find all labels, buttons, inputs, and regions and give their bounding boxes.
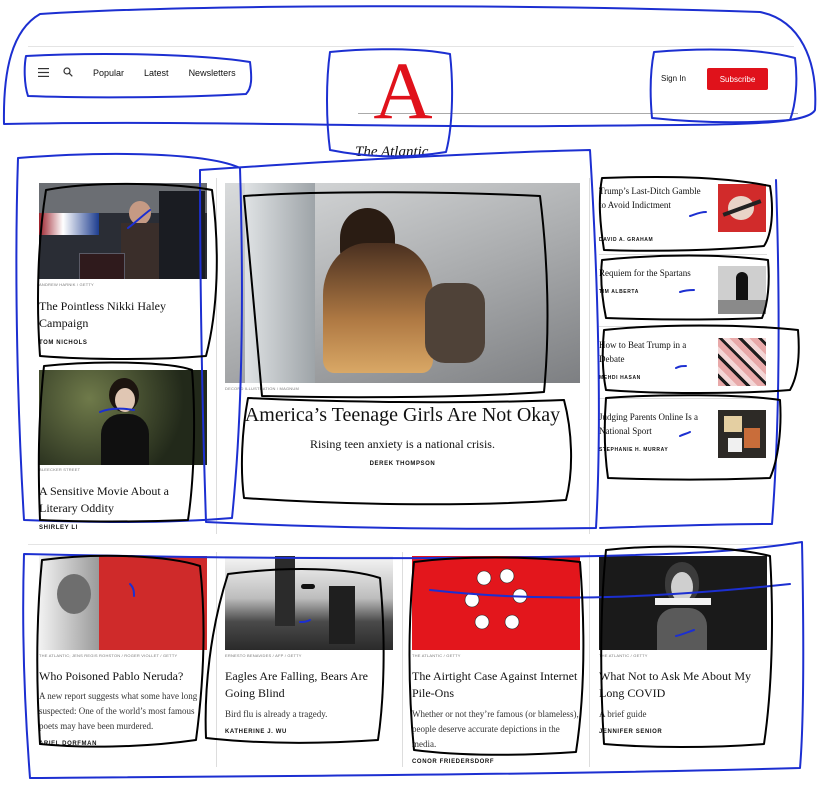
author-byline[interactable]: SHIRLEY LI: [39, 525, 78, 531]
sign-in-link[interactable]: Sign In: [661, 74, 686, 83]
author-byline[interactable]: KATHERINE J. WU: [225, 729, 287, 735]
pile-on-image[interactable]: [412, 556, 580, 650]
article-title-haley[interactable]: The Pointless Nikki Haley Campaign: [39, 298, 199, 332]
atlantic-logo[interactable]: A: [372, 50, 434, 132]
author-byline[interactable]: CONOR FRIEDERSDORF: [412, 759, 494, 765]
neruda-image[interactable]: [39, 556, 207, 650]
author-byline[interactable]: DAVID A. GRAHAM: [599, 237, 653, 243]
article-title-parents[interactable]: Judging Parents Online Is a National Spo…: [599, 410, 709, 438]
author-byline[interactable]: TOM NICHOLS: [39, 340, 88, 346]
article-title-debate[interactable]: How to Beat Trump in a Debate: [599, 338, 709, 366]
author-byline[interactable]: DEREK THOMPSON: [225, 461, 580, 467]
spartans-photo-image[interactable]: [718, 266, 766, 314]
pointing-hands-icon: [464, 568, 528, 630]
author-byline[interactable]: STEPHANIE H. MURRAY: [599, 447, 668, 453]
nav-popular-link[interactable]: Popular: [93, 68, 124, 78]
article-title-movie[interactable]: A Sensitive Movie About a Literary Oddit…: [39, 483, 199, 517]
subscribe-button[interactable]: Subscribe: [707, 68, 768, 90]
image-credit: ERNESTO BENAVIDES / AFP / GETTY: [225, 653, 302, 658]
article-title-bird-flu[interactable]: Eagles Are Falling, Bears Are Going Blin…: [225, 668, 393, 702]
haley-rally-image[interactable]: [39, 183, 207, 279]
nav-latest-link[interactable]: Latest: [144, 68, 169, 78]
article-title-long-covid[interactable]: What Not to Ask Me About My Long COVID: [599, 668, 767, 702]
hamburger-menu-icon[interactable]: [38, 67, 49, 79]
image-credit: BLEECKER STREET: [39, 467, 81, 472]
author-byline[interactable]: JENNIFER SENIOR: [599, 729, 662, 735]
article-title-neruda[interactable]: Who Poisoned Pablo Neruda?: [39, 668, 207, 685]
article-title-spartans[interactable]: Requiem for the Spartans: [599, 266, 709, 280]
primary-nav: Popular Latest Newsletters: [38, 67, 236, 79]
image-credit: DECORD ILLUSTRATION / MAGNUM: [225, 386, 299, 391]
author-byline[interactable]: TIM ALBERTA: [599, 289, 639, 295]
atlantic-wordmark: The Atlantic: [355, 144, 429, 160]
image-credit: ANDREW HARNIK / GETTY: [39, 282, 94, 287]
article-dek: A brief guide: [599, 709, 647, 719]
article-title-trump-gamble[interactable]: Trump’s Last-Ditch Gamble to Avoid Indic…: [599, 184, 709, 212]
trump-illustration-image[interactable]: [718, 184, 766, 232]
image-credit: THE ATLANTIC / GETTY: [412, 653, 461, 658]
bird-flu-image[interactable]: [225, 556, 393, 650]
author-byline[interactable]: MEHDI HASAN: [599, 375, 641, 381]
debate-pattern-image[interactable]: [718, 338, 766, 386]
article-title-pile-ons[interactable]: The Airtight Case Against Internet Pile-…: [412, 668, 580, 702]
movie-still-image[interactable]: [39, 370, 207, 465]
article-dek: A new report suggests what some have lon…: [39, 691, 198, 731]
parents-collage-image[interactable]: [718, 410, 766, 458]
search-icon[interactable]: [63, 67, 73, 79]
article-dek: Whether or not they’re famous (or blamel…: [412, 709, 579, 749]
image-credit: THE ATLANTIC; JENS REGIS ROHSTON / ROGER…: [39, 653, 178, 658]
feature-dek: Rising teen anxiety is a national crisis…: [310, 437, 495, 451]
long-covid-image[interactable]: [599, 556, 767, 650]
feature-teen-image[interactable]: [225, 183, 580, 383]
image-credit: THE ATLANTIC / GETTY: [599, 653, 648, 658]
article-dek: Bird flu is already a tragedy.: [225, 709, 328, 719]
author-byline[interactable]: ARIEL DORFMAN: [39, 741, 97, 747]
feature-headline[interactable]: America’s Teenage Girls Are Not Okay: [225, 402, 580, 428]
nav-newsletters-link[interactable]: Newsletters: [189, 68, 236, 78]
